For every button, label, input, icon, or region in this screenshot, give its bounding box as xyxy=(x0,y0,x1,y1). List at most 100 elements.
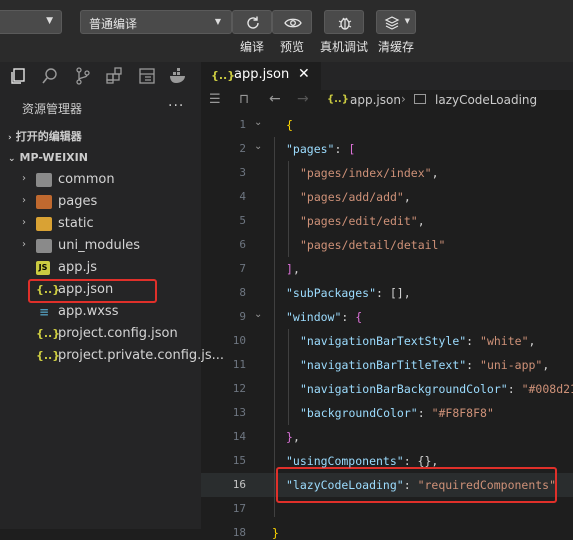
tree-item-project-private-config[interactable]: {..} project.private.config.js... xyxy=(0,345,224,367)
bug-icon xyxy=(338,17,352,30)
code-line: "lazyCodeLoading": "requiredComponents" xyxy=(286,478,557,492)
code-line: { xyxy=(286,118,293,132)
line-number: 10 xyxy=(232,334,246,347)
line-number: 4 xyxy=(239,190,246,203)
chevron-right-icon: › xyxy=(22,195,26,206)
layers-icon xyxy=(384,16,400,30)
chevron-down-icon: ▼ xyxy=(404,17,410,25)
tree-item-label: uni_modules xyxy=(58,238,141,253)
compile-button[interactable] xyxy=(232,10,272,34)
json-file-icon: {..} xyxy=(327,94,349,105)
docker-icon[interactable] xyxy=(168,66,188,86)
folder-icon xyxy=(36,239,52,253)
line-number: 2 xyxy=(239,142,246,155)
tree-item-label: project.config.json xyxy=(58,326,178,341)
symbol-icon xyxy=(414,94,426,104)
fold-chevron-icon[interactable]: ⌄ xyxy=(254,117,262,128)
line-number: 15 xyxy=(232,454,246,467)
indent-guide xyxy=(274,137,275,517)
tab-label: app.json xyxy=(234,67,290,82)
js-file-icon: JS xyxy=(36,261,50,275)
project-name: MP-WEIXIN xyxy=(19,151,88,164)
more-actions-icon[interactable]: ··· xyxy=(168,98,184,114)
line-number: 12 xyxy=(232,382,246,395)
line-number: 9 xyxy=(239,310,246,323)
tree-item-pages[interactable]: › pages xyxy=(0,191,201,213)
open-editors-label: 打开的编辑器 xyxy=(15,130,82,143)
code-line: "navigationBarTextStyle": "white", xyxy=(300,334,536,348)
json-file-icon: {..} xyxy=(211,69,236,82)
tree-item-label: project.private.config.js... xyxy=(58,348,225,363)
line-number: 17 xyxy=(232,502,246,515)
folder-pages-icon xyxy=(36,195,52,209)
close-icon[interactable]: ✕ xyxy=(298,66,310,82)
code-line: "pages/index/index", xyxy=(300,166,439,180)
chevron-right-icon: › xyxy=(22,239,26,250)
back-arrow-icon[interactable]: ← xyxy=(269,91,281,107)
chevron-right-icon: › xyxy=(8,133,12,143)
chevron-down-icon: ▼ xyxy=(46,16,53,26)
tree-item-label: pages xyxy=(58,194,98,209)
folder-icon xyxy=(36,173,52,187)
chevron-right-icon: › xyxy=(22,217,26,228)
tree-item-label: common xyxy=(58,172,115,187)
top-toolbar: ▼ 普通编译 ▼ ▼ 编译 预览 真机调试 清缓存 xyxy=(0,0,573,62)
breadcrumb-symbol[interactable]: lazyCodeLoading xyxy=(435,93,537,107)
eye-icon xyxy=(284,18,302,28)
mode-select[interactable]: ▼ xyxy=(0,10,62,34)
source-control-icon[interactable] xyxy=(73,66,93,86)
breadcrumb-file[interactable]: app.json xyxy=(350,93,401,107)
tree-item-project-config[interactable]: {..} project.config.json xyxy=(0,323,201,345)
bookmark-icon[interactable]: ⊓ xyxy=(239,92,249,107)
open-editors-section[interactable]: › 打开的编辑器 xyxy=(8,128,82,144)
layout-icon[interactable] xyxy=(137,66,157,86)
code-line: "pages/edit/edit", xyxy=(300,214,425,228)
tree-item-static[interactable]: › static xyxy=(0,213,201,235)
chevron-down-icon: ▼ xyxy=(214,17,221,26)
indent-guide xyxy=(288,329,289,425)
breadcrumb: ☰ ⊓ ← → {..} app.json › lazyCodeLoading xyxy=(201,90,573,112)
line-number: 14 xyxy=(232,430,246,443)
line-number: 11 xyxy=(232,358,246,371)
list-icon[interactable]: ☰ xyxy=(209,92,221,107)
search-icon[interactable] xyxy=(40,66,60,86)
refresh-icon xyxy=(247,16,259,29)
forward-arrow-icon[interactable]: → xyxy=(297,91,309,107)
explorer-title: 资源管理器 xyxy=(22,102,83,116)
line-number: 7 xyxy=(239,262,246,275)
tree-item-app-js[interactable]: JS app.js xyxy=(0,257,201,279)
code-line: "pages": [ xyxy=(286,142,356,156)
tree-item-app-wxss[interactable]: ≡ app.wxss xyxy=(0,301,201,323)
tree-item-uni-modules[interactable]: › uni_modules xyxy=(0,235,201,257)
code-line: } xyxy=(272,526,279,540)
code-line: }, xyxy=(286,430,300,444)
chevron-right-icon: › xyxy=(22,173,26,184)
clear-cache-button[interactable]: ▼ xyxy=(376,10,416,34)
project-section[interactable]: ⌄ MP-WEIXIN xyxy=(8,151,88,164)
code-line: ], xyxy=(286,262,300,276)
json-file-icon: {..} xyxy=(36,327,61,340)
code-line: "usingComponents": {}, xyxy=(286,454,439,468)
folder-static-icon xyxy=(36,217,52,231)
code-line: "pages/detail/detail" xyxy=(300,238,446,252)
line-number: 5 xyxy=(239,214,246,227)
extensions-icon[interactable] xyxy=(104,66,124,86)
fold-chevron-icon[interactable]: ⌄ xyxy=(254,309,262,320)
preview-button[interactable] xyxy=(272,10,312,34)
code-line: "window": { xyxy=(286,310,363,324)
fold-chevron-icon[interactable]: ⌄ xyxy=(254,141,262,152)
json-file-icon: {..} xyxy=(36,349,61,362)
debug-button[interactable] xyxy=(324,10,364,34)
css-file-icon: ≡ xyxy=(38,305,50,319)
tab-app-json[interactable]: {..} app.json ✕ xyxy=(201,62,321,90)
tree-item-label: app.js xyxy=(58,260,97,275)
line-number: 6 xyxy=(239,238,246,251)
chevron-right-icon: › xyxy=(401,92,406,106)
tree-item-label: static xyxy=(58,216,94,231)
code-line: "backgroundColor": "#F8F8F8" xyxy=(300,406,494,420)
copy-files-icon[interactable] xyxy=(8,66,28,86)
highlight-box-app-json xyxy=(28,279,157,303)
compile-mode-select[interactable]: 普通编译 ▼ xyxy=(80,10,232,34)
line-number: 3 xyxy=(239,166,246,179)
tree-item-common[interactable]: › common xyxy=(0,169,201,191)
